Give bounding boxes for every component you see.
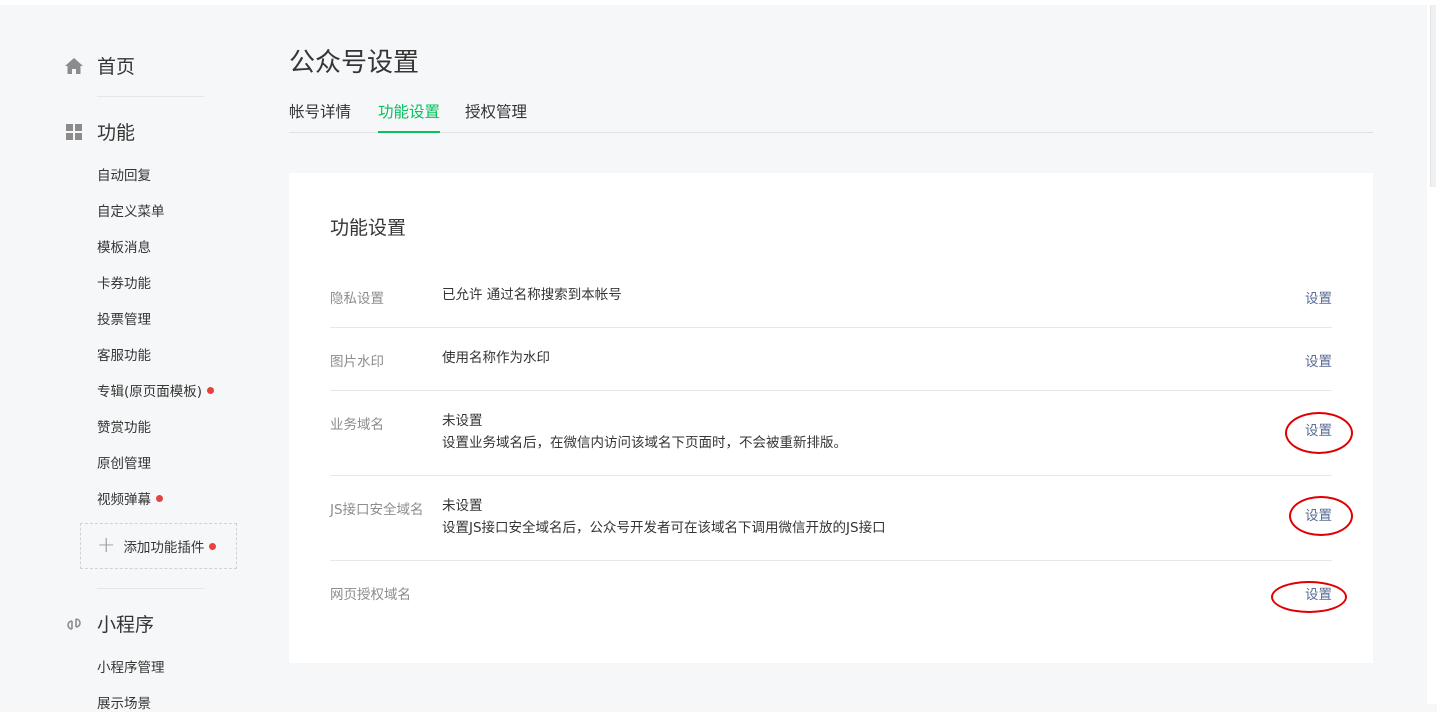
- setting-label: 网页授权域名: [330, 587, 411, 603]
- sidebar-item-label: 视频弹幕: [97, 492, 151, 508]
- sidebar-item-video-danmaku[interactable]: 视频弹幕: [97, 488, 163, 508]
- card-title: 功能设置: [330, 217, 407, 239]
- sidebar-item-voting[interactable]: 投票管理: [97, 308, 151, 328]
- sidebar-item-label: 卡券功能: [97, 276, 151, 292]
- setting-row-business-domain: 业务域名 未设置 设置业务域名后，在微信内访问该域名下页面时，不会被重新排版。 …: [330, 391, 1332, 476]
- plus-icon: +: [97, 533, 116, 558]
- nav-features[interactable]: 功能: [63, 118, 135, 145]
- sidebar-item-customer-service[interactable]: 客服功能: [97, 344, 151, 364]
- sidebar-item-template-message[interactable]: 模板消息: [97, 236, 151, 256]
- sidebar-item-auto-reply[interactable]: 自动回复: [97, 164, 151, 184]
- sidebar-item-display-scene[interactable]: 展示场景: [97, 692, 151, 712]
- js-domain-settings-link[interactable]: 设置: [1305, 504, 1332, 524]
- sidebar-item-reward[interactable]: 赞赏功能: [97, 416, 151, 436]
- sidebar-item-original[interactable]: 原创管理: [97, 452, 151, 472]
- setting-status-text: 未设置: [442, 413, 483, 429]
- divider: [97, 96, 204, 97]
- page-title: 公众号设置: [289, 48, 420, 78]
- setting-label: JS接口安全域名: [330, 502, 424, 518]
- setting-row-privacy: 隐私设置 已允许 通过名称搜索到本帐号 设置: [330, 269, 1332, 328]
- setting-row-oauth-domain: 网页授权域名 设置: [330, 561, 1332, 621]
- settings-card: 功能设置 隐私设置 已允许 通过名称搜索到本帐号 设置 图片水印 使用名称作为水…: [289, 173, 1373, 663]
- sidebar-item-coupon[interactable]: 卡券功能: [97, 272, 151, 292]
- new-badge-dot: [209, 542, 217, 550]
- link-icon: [63, 613, 85, 635]
- sidebar-item-label: 展示场景: [97, 696, 151, 712]
- setting-description: 设置JS接口安全域名后，公众号开发者可在该域名下调用微信开放的JS接口: [442, 520, 886, 536]
- setting-status: 未设置 设置JS接口安全域名后，公众号开发者可在该域名下调用微信开放的JS接口: [442, 495, 886, 539]
- sidebar-item-label: 专辑(原页面模板): [97, 384, 203, 400]
- setting-description: 设置业务域名后，在微信内访问该域名下页面时，不会被重新排版。: [442, 435, 847, 451]
- nav-home-label: 首页: [97, 56, 136, 78]
- tab-authorization[interactable]: 授权管理: [465, 100, 527, 133]
- sidebar: 首页 功能 自动回复 自定义菜单 模板消息 卡券功能 投票管理 客服功能 专辑(…: [0, 0, 260, 712]
- tab-bar: 帐号详情 功能设置 授权管理: [289, 100, 1373, 133]
- new-badge-dot: [207, 386, 215, 394]
- watermark-settings-link[interactable]: 设置: [1305, 350, 1332, 370]
- new-badge-dot: [156, 494, 163, 502]
- sidebar-item-label: 自动回复: [97, 168, 151, 184]
- grid-icon: [63, 121, 85, 143]
- sidebar-item-label: 自定义菜单: [97, 204, 165, 220]
- sidebar-item-miniprogram-manage[interactable]: 小程序管理: [97, 656, 165, 676]
- setting-label: 图片水印: [330, 354, 384, 370]
- sidebar-item-label: 客服功能: [97, 348, 151, 364]
- setting-status: 未设置 设置业务域名后，在微信内访问该域名下页面时，不会被重新排版。: [442, 410, 847, 454]
- scrollbar-thumb[interactable]: [1430, 5, 1436, 187]
- sidebar-item-label: 模板消息: [97, 240, 151, 256]
- oauth-domain-settings-link[interactable]: 设置: [1305, 583, 1332, 603]
- nav-miniprogram-label: 小程序: [97, 614, 155, 636]
- setting-status-text: 未设置: [442, 498, 483, 514]
- setting-label: 业务域名: [330, 417, 384, 433]
- nav-miniprogram[interactable]: 小程序: [63, 610, 154, 637]
- tab-account-details[interactable]: 帐号详情: [289, 100, 351, 133]
- setting-label: 隐私设置: [330, 291, 384, 307]
- setting-status: 已允许 通过名称搜索到本帐号: [442, 287, 622, 303]
- privacy-settings-link[interactable]: 设置: [1305, 287, 1332, 307]
- setting-status: 使用名称作为水印: [442, 350, 550, 366]
- setting-row-js-domain: JS接口安全域名 未设置 设置JS接口安全域名后，公众号开发者可在该域名下调用微…: [330, 476, 1332, 561]
- divider: [97, 588, 204, 589]
- nav-features-label: 功能: [97, 122, 136, 144]
- sidebar-item-label: 原创管理: [97, 456, 151, 472]
- setting-row-watermark: 图片水印 使用名称作为水印 设置: [330, 328, 1332, 391]
- nav-home[interactable]: 首页: [63, 52, 135, 79]
- add-plugin-button[interactable]: + 添加功能插件: [80, 523, 237, 569]
- sidebar-item-label: 小程序管理: [97, 660, 165, 676]
- sidebar-item-custom-menu[interactable]: 自定义菜单: [97, 200, 165, 220]
- sidebar-item-album[interactable]: 专辑(原页面模板): [97, 380, 215, 400]
- home-icon: [63, 55, 85, 77]
- sidebar-item-label: 赞赏功能: [97, 420, 151, 436]
- tab-feature-settings[interactable]: 功能设置: [378, 100, 441, 133]
- add-plugin-label: 添加功能插件: [123, 540, 205, 556]
- business-domain-settings-link[interactable]: 设置: [1305, 419, 1332, 439]
- sidebar-item-label: 投票管理: [97, 312, 151, 328]
